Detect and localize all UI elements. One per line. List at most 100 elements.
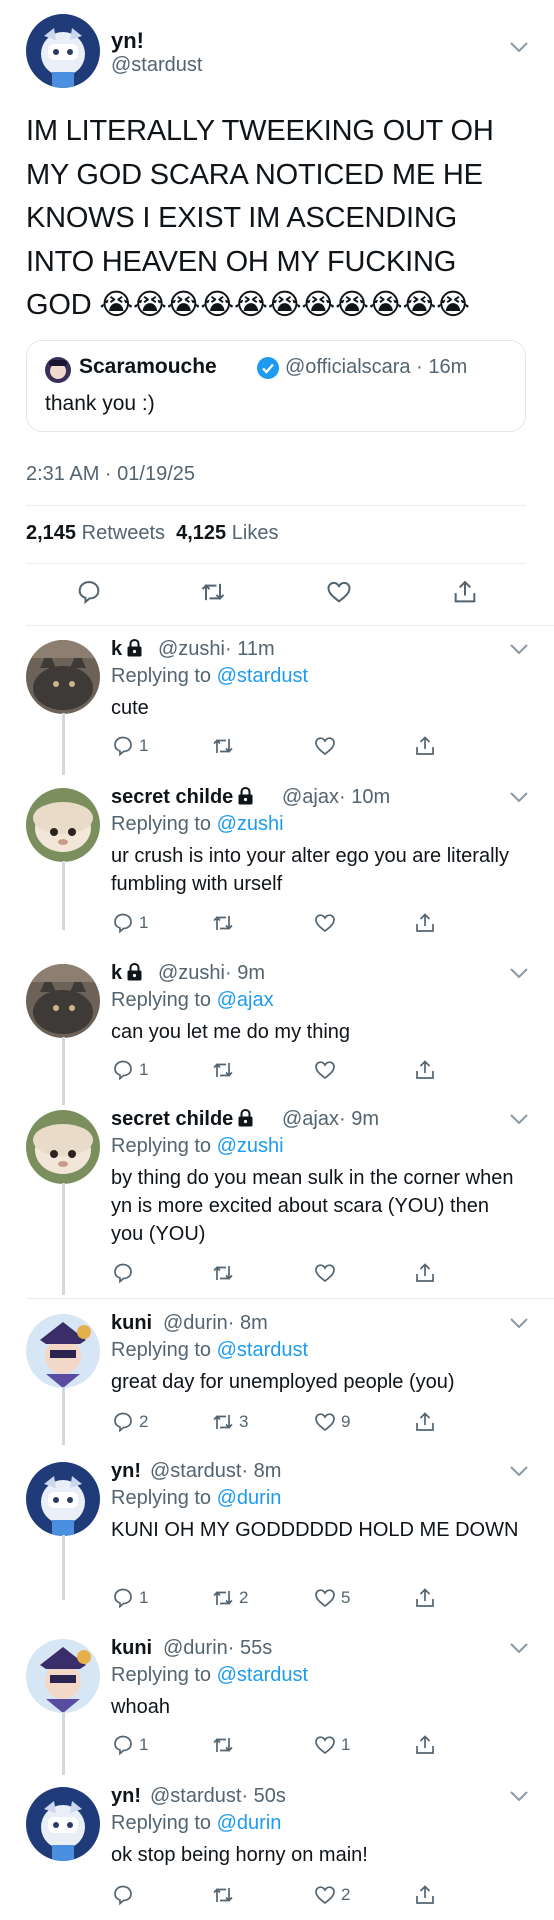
author-handle[interactable]: @stardust	[111, 54, 202, 77]
retweets-label[interactable]: Retweets	[82, 522, 165, 544]
share-icon[interactable]	[413, 1883, 437, 1907]
like-icon[interactable]	[313, 1586, 337, 1610]
chevron-down-icon[interactable]	[508, 1464, 530, 1478]
retweet-icon[interactable]	[199, 578, 227, 606]
like-icon[interactable]	[313, 1261, 337, 1285]
quoted-tweet[interactable]: Scaramouche @officialscara · 16m thank y…	[26, 340, 526, 432]
reply-author-name[interactable]: k	[111, 962, 122, 984]
reply-author-name[interactable]: secret childe	[111, 1108, 233, 1130]
reply-button[interactable]	[111, 1258, 139, 1288]
like-icon[interactable]	[325, 578, 353, 606]
retweet-button[interactable]	[211, 908, 239, 938]
like-button[interactable]: 5	[313, 1583, 350, 1613]
retweet-button[interactable]	[211, 731, 239, 761]
retweet-button[interactable]	[211, 1258, 239, 1288]
retweet-icon[interactable]	[211, 1058, 235, 1082]
retweet-icon[interactable]	[211, 1410, 235, 1434]
reply-button[interactable]: 1	[111, 731, 148, 761]
share-icon[interactable]	[413, 1586, 437, 1610]
reply-icon[interactable]	[111, 1410, 135, 1434]
reply-handle[interactable]: @stardust	[150, 1785, 241, 1807]
reply-button[interactable]: 1	[111, 1730, 148, 1760]
reply-handle[interactable]: @zushi	[158, 638, 225, 660]
reply-handle[interactable]: @ajax	[282, 786, 339, 808]
like-button[interactable]: 9	[313, 1407, 350, 1437]
author-name[interactable]: yn!	[111, 28, 144, 54]
replying-to-mention[interactable]: @stardust	[217, 1664, 308, 1686]
reply-time[interactable]: · 8m	[228, 1312, 268, 1334]
reply-author-name[interactable]: kuni	[111, 1637, 152, 1659]
like-button[interactable]: 1	[313, 1730, 350, 1760]
tweet-timestamp[interactable]: 2:31 AM · 01/19/25	[26, 463, 195, 486]
retweet-button[interactable]	[211, 1730, 239, 1760]
replying-to-mention[interactable]: @stardust	[217, 1339, 308, 1361]
chevron-down-icon[interactable]	[508, 966, 530, 980]
retweet-icon[interactable]	[211, 1261, 235, 1285]
chevron-down-icon[interactable]	[508, 790, 530, 804]
reply-icon[interactable]	[75, 578, 103, 606]
share-icon[interactable]	[413, 1410, 437, 1434]
reply-icon[interactable]	[111, 1733, 135, 1757]
reply-time[interactable]: · 11m	[225, 638, 275, 660]
share-button[interactable]	[413, 908, 437, 938]
like-button[interactable]	[313, 731, 341, 761]
replying-to-mention[interactable]: @stardust	[217, 665, 308, 687]
reply-icon[interactable]	[111, 1261, 135, 1285]
reply-author-name[interactable]: kuni	[111, 1312, 152, 1334]
share-button[interactable]	[413, 1407, 437, 1437]
share-button[interactable]	[413, 1583, 437, 1613]
like-button[interactable]	[313, 908, 341, 938]
avatar[interactable]	[26, 788, 100, 862]
reply-icon[interactable]	[111, 1883, 135, 1907]
share-icon[interactable]	[413, 911, 437, 935]
reply-time[interactable]: · 50s	[241, 1785, 285, 1807]
share-icon[interactable]	[451, 578, 479, 606]
chevron-down-icon[interactable]	[508, 1316, 530, 1330]
reply-button[interactable]: 1	[111, 1583, 148, 1613]
retweet-icon[interactable]	[211, 911, 235, 935]
avatar[interactable]	[26, 1314, 100, 1388]
chevron-down-icon[interactable]	[508, 1789, 530, 1803]
reply-time[interactable]: · 55s	[228, 1637, 272, 1659]
share-button[interactable]	[413, 1055, 437, 1085]
reply-handle[interactable]: @stardust	[150, 1460, 241, 1482]
reply-author[interactable]: kuni	[111, 1637, 152, 1660]
reply-button[interactable]: 1	[111, 1055, 148, 1085]
replying-to-mention[interactable]: @zushi	[217, 813, 284, 835]
retweets-count[interactable]: 2,145	[26, 522, 76, 544]
retweet-button[interactable]: 2	[211, 1583, 248, 1613]
reply-handle[interactable]: @ajax	[282, 1108, 339, 1130]
reply-handle[interactable]: @durin	[163, 1637, 228, 1659]
like-icon[interactable]	[313, 1410, 337, 1434]
reply-time[interactable]: · 8m	[241, 1460, 281, 1482]
retweet-icon[interactable]	[211, 1733, 235, 1757]
reply-handle[interactable]: @durin	[163, 1312, 228, 1334]
like-icon[interactable]	[313, 1058, 337, 1082]
avatar[interactable]	[26, 1639, 100, 1713]
chevron-down-icon[interactable]	[508, 642, 530, 656]
reply-icon[interactable]	[111, 1586, 135, 1610]
reply-author-name[interactable]: yn!	[111, 1785, 141, 1807]
likes-label[interactable]: Likes	[232, 522, 279, 544]
chevron-down-icon[interactable]	[508, 40, 530, 54]
avatar[interactable]	[26, 1110, 100, 1184]
reply-author[interactable]: kuni	[111, 1312, 152, 1335]
avatar[interactable]	[26, 14, 100, 88]
like-icon[interactable]	[313, 1733, 337, 1757]
avatar[interactable]	[26, 964, 100, 1038]
reply-author[interactable]: yn!	[111, 1785, 141, 1808]
like-button[interactable]	[313, 1258, 341, 1288]
retweet-button[interactable]	[211, 1880, 239, 1910]
reply-time[interactable]: · 9m	[225, 962, 265, 984]
reply-author-name[interactable]: yn!	[111, 1460, 141, 1482]
reply-author[interactable]: secret childe	[111, 1108, 254, 1131]
retweet-icon[interactable]	[211, 734, 235, 758]
share-button[interactable]	[413, 1258, 437, 1288]
replying-to-mention[interactable]: @durin	[217, 1487, 282, 1509]
retweet-button[interactable]	[211, 1055, 239, 1085]
reply-author-name[interactable]: k	[111, 638, 122, 660]
avatar[interactable]	[26, 1462, 100, 1536]
reply-author[interactable]: secret childe	[111, 786, 254, 809]
replying-to-mention[interactable]: @zushi	[217, 1135, 284, 1157]
reply-author[interactable]: k	[111, 638, 143, 661]
